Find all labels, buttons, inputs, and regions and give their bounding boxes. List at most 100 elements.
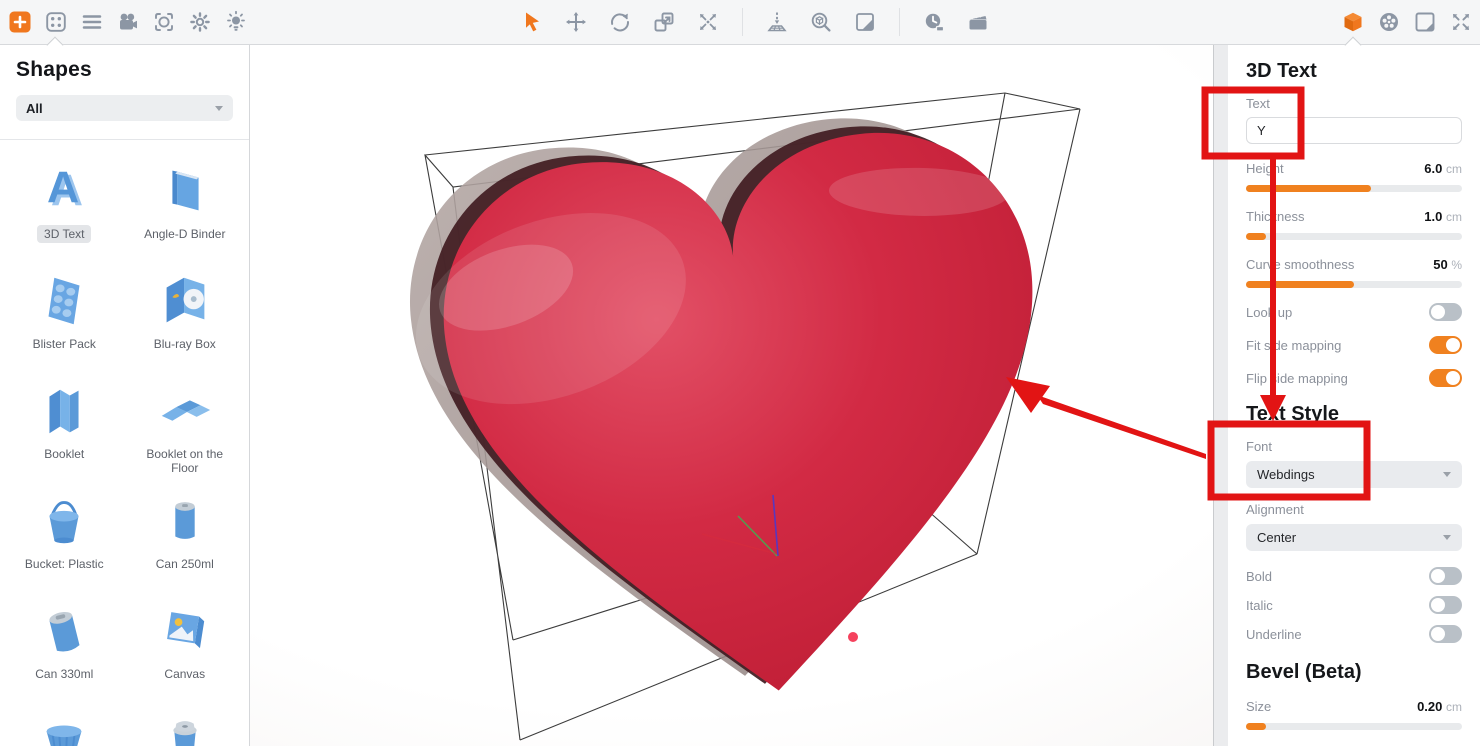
drop-to-floor-button[interactable]: [765, 10, 789, 34]
underline-row: Underline: [1246, 625, 1462, 643]
alignment-label: Alignment: [1246, 502, 1462, 517]
shape-item-partial-left[interactable]: [4, 700, 125, 746]
shape-item-label: Canvas: [157, 665, 212, 683]
bold-label: Bold: [1246, 569, 1272, 584]
rotate-icon: [608, 10, 632, 34]
zoom-to-object-icon: [809, 10, 833, 34]
scene-render: [250, 45, 1213, 746]
bevel-size-slider[interactable]: [1246, 723, 1462, 730]
fit-side-mapping-toggle[interactable]: [1429, 336, 1462, 354]
shape-item-can-250ml[interactable]: Can 250ml: [125, 480, 246, 590]
snapshot-button[interactable]: [1413, 10, 1437, 34]
bevel-size-label: Size: [1246, 699, 1271, 714]
shape-item-partial-right[interactable]: [125, 700, 246, 746]
toolbar-separator: [899, 8, 900, 36]
chevron-down-icon: [215, 106, 223, 111]
italic-toggle[interactable]: [1429, 596, 1462, 614]
animation-button[interactable]: [966, 10, 990, 34]
move-tool-button[interactable]: [564, 10, 588, 34]
curve-smoothness-slider[interactable]: [1246, 281, 1462, 288]
scale-icon: [652, 10, 676, 34]
shapes-panel-title: Shapes: [16, 58, 233, 82]
fullscreen-button[interactable]: [1449, 10, 1473, 34]
settings-button[interactable]: [188, 10, 212, 34]
properties-panel-content: 3D Text Text Y Height 6.0 cm Thickness 1…: [1228, 45, 1480, 746]
shape-item-label: Blister Pack: [26, 335, 103, 353]
frame-focus-icon: [152, 10, 176, 34]
text-input[interactable]: Y: [1246, 117, 1462, 144]
booklet-on-floor-icon: [154, 380, 216, 442]
shape-item-booklet-on-floor[interactable]: Booklet on the Floor: [125, 370, 246, 480]
flip-side-mapping-toggle[interactable]: [1429, 369, 1462, 387]
film-reel-icon: [1377, 10, 1401, 34]
origin-dot: [848, 632, 858, 642]
add-button[interactable]: [8, 10, 32, 34]
rotate-tool-button[interactable]: [608, 10, 632, 34]
planter-icon: [33, 710, 95, 746]
shapes-panel: Shapes All A A 3D Text Angle-D Binder: [0, 45, 250, 746]
shape-item-label: 3D Text: [37, 225, 91, 243]
shapes-filter-dropdown[interactable]: All: [16, 95, 233, 121]
shapes-panel-header: Shapes All: [0, 45, 249, 121]
toolbar-separator: [742, 8, 743, 36]
shapes-library-icon: [44, 10, 68, 34]
font-label: Font: [1246, 439, 1462, 454]
shape-item-booklet[interactable]: Booklet: [4, 370, 125, 480]
can-330ml-icon: [33, 600, 95, 662]
curve-smoothness-value: 50: [1433, 257, 1447, 272]
properties-panel-scrollbar-gutter[interactable]: [1213, 45, 1228, 746]
scene-list-button[interactable]: [80, 10, 104, 34]
underline-label: Underline: [1246, 627, 1302, 642]
italic-label: Italic: [1246, 598, 1273, 613]
fit-side-mapping-row: Fit side mapping: [1246, 336, 1462, 354]
bevel-title: Bevel (Beta): [1246, 659, 1462, 685]
bevel-size-unit: cm: [1446, 700, 1462, 714]
shape-item-blu-ray-box[interactable]: Blu-ray Box: [125, 260, 246, 370]
shapes-library-button[interactable]: [44, 10, 68, 34]
curve-smoothness-unit: %: [1451, 258, 1462, 272]
viewport-3d[interactable]: [250, 45, 1213, 746]
clapperboard-icon: [966, 10, 990, 34]
shape-item-canvas[interactable]: Canvas: [125, 590, 246, 700]
backdrop-button[interactable]: [853, 10, 877, 34]
scale-tool-button[interactable]: [652, 10, 676, 34]
zoom-to-object-button[interactable]: [809, 10, 833, 34]
shape-item-3d-text[interactable]: A A 3D Text: [4, 150, 125, 260]
shape-item-label: Can 330ml: [28, 665, 100, 683]
font-value: Webdings: [1257, 467, 1315, 482]
thickness-slider[interactable]: [1246, 233, 1462, 240]
scatter-tool-button[interactable]: [696, 10, 720, 34]
materials-panel-button[interactable]: [1377, 10, 1401, 34]
shape-item-bucket-plastic[interactable]: Bucket: Plastic: [4, 480, 125, 590]
light-button[interactable]: [224, 10, 248, 34]
geometry-panel-button[interactable]: [1341, 10, 1365, 34]
curve-smoothness-slider-fill: [1246, 281, 1354, 288]
shape-item-label: Angle-D Binder: [137, 225, 232, 243]
italic-row: Italic: [1246, 596, 1462, 614]
select-tool-button[interactable]: [520, 10, 544, 34]
shape-item-label: Booklet on the Floor: [125, 445, 246, 477]
blu-ray-box-icon: [154, 270, 216, 332]
chevron-down-icon: [1443, 472, 1451, 477]
shape-item-can-330ml[interactable]: Can 330ml: [4, 590, 125, 700]
panel-title: 3D Text: [1246, 58, 1462, 84]
underline-toggle[interactable]: [1429, 625, 1462, 643]
render-time-button[interactable]: [922, 10, 946, 34]
height-slider[interactable]: [1246, 185, 1462, 192]
bold-toggle[interactable]: [1429, 567, 1462, 585]
look-up-toggle[interactable]: [1429, 303, 1462, 321]
fit-side-mapping-label: Fit side mapping: [1246, 338, 1341, 353]
flip-side-mapping-label: Flip side mapping: [1246, 371, 1348, 386]
shape-item-blister-pack[interactable]: Blister Pack: [4, 260, 125, 370]
cube-icon: [1341, 10, 1365, 34]
bucket-plastic-icon: [33, 490, 95, 552]
snapshot-icon: [1413, 10, 1437, 34]
font-dropdown[interactable]: Webdings: [1246, 461, 1462, 488]
frame-focus-button[interactable]: [152, 10, 176, 34]
toolbar-group-left: [8, 0, 248, 44]
camera-button[interactable]: [116, 10, 140, 34]
alignment-dropdown[interactable]: Center: [1246, 524, 1462, 551]
text-input-value: Y: [1257, 123, 1266, 138]
camera-icon: [116, 10, 140, 34]
shape-item-angle-d-binder[interactable]: Angle-D Binder: [125, 150, 246, 260]
